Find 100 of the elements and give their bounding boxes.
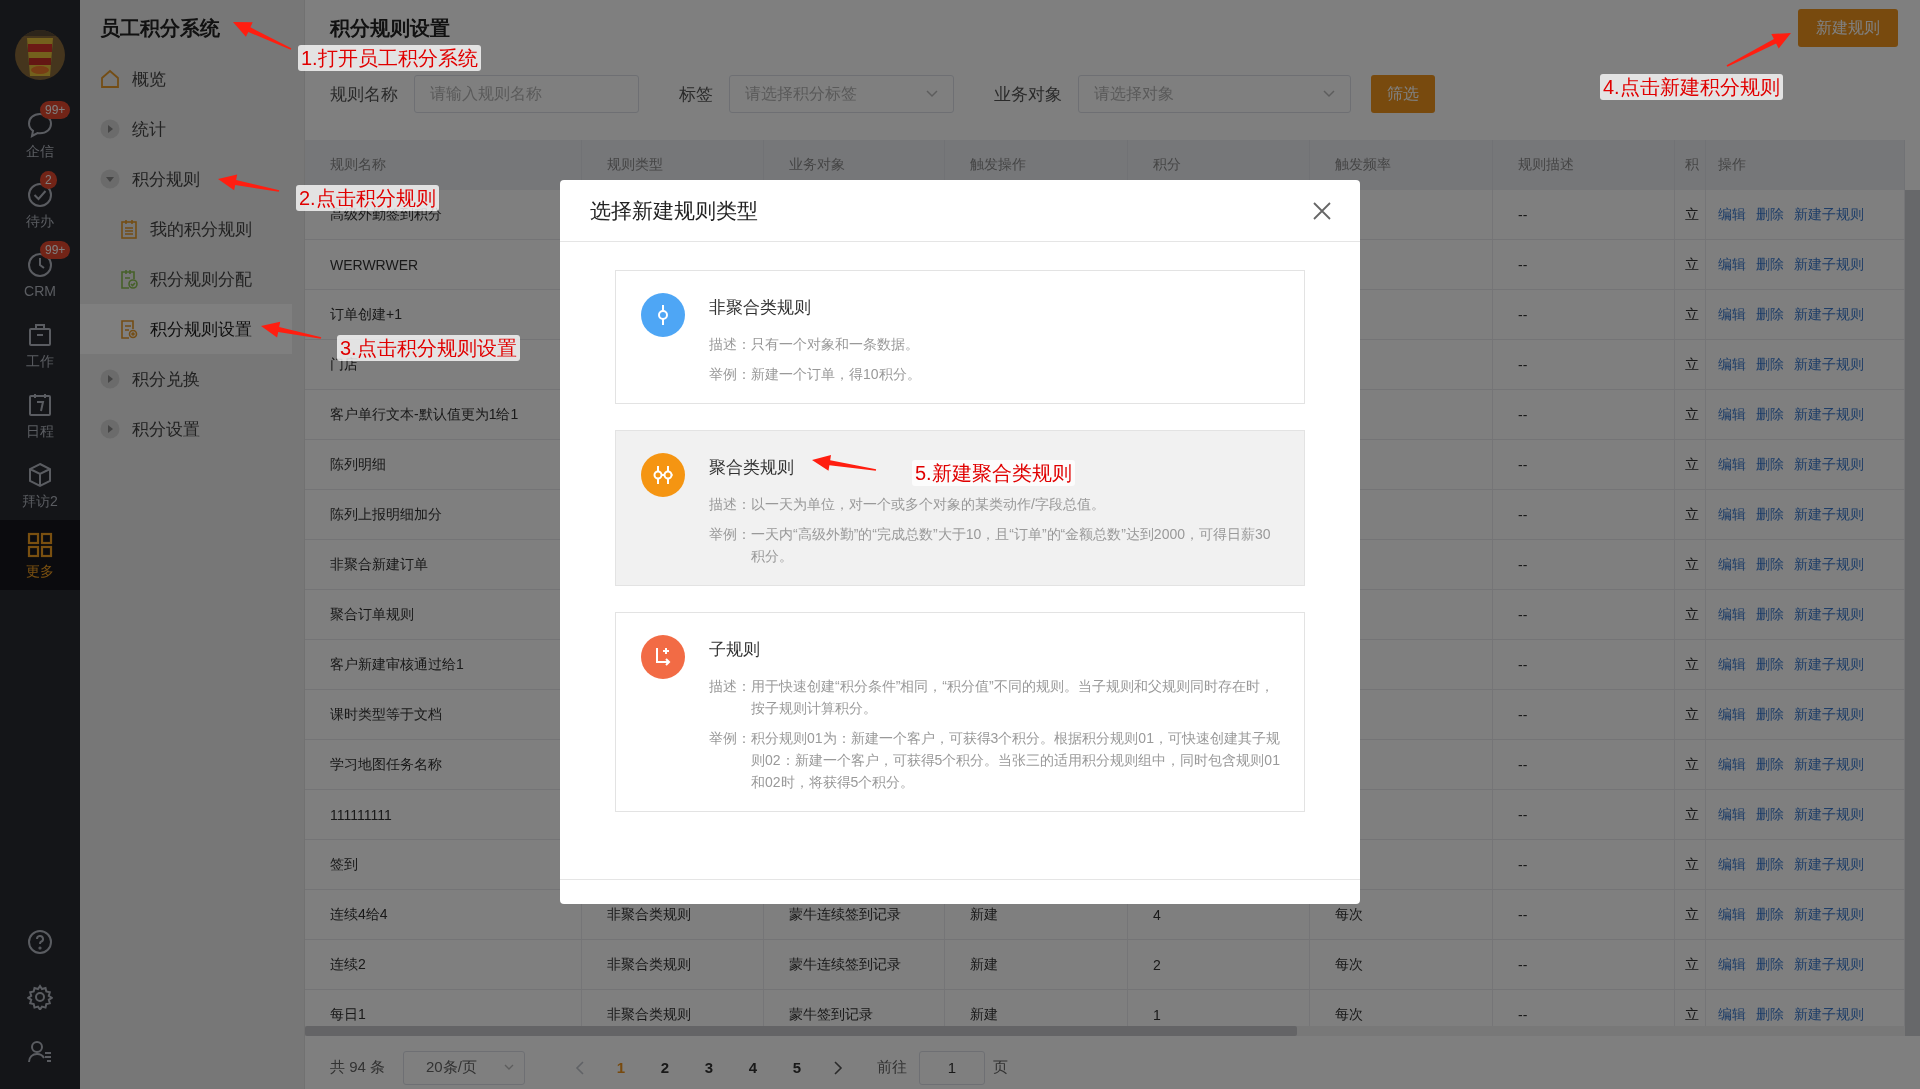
rail-nav-item[interactable]: 工作 <box>0 310 80 380</box>
scrollbar[interactable] <box>305 1026 1905 1036</box>
menu-item[interactable]: 积分规则 <box>80 154 292 204</box>
close-icon[interactable] <box>1312 200 1332 221</box>
action-link[interactable]: 删除 <box>1756 655 1784 674</box>
menu-item[interactable]: 概览 <box>80 54 292 104</box>
points-cell: 1 <box>1153 1006 1161 1023</box>
previous-page-icon[interactable] <box>575 1060 586 1075</box>
action-link[interactable]: 删除 <box>1756 305 1784 324</box>
rule-type-card[interactable]: 非聚合类规则 描述：只有一个对象和一条数据。 举例：新建一个订单，得10积分。 <box>615 270 1305 404</box>
action-link[interactable]: 删除 <box>1756 805 1784 824</box>
page-input[interactable]: 1 <box>919 1050 986 1085</box>
rail-nav-item[interactable]: 99+ 企信 <box>0 100 80 170</box>
user-list-icon[interactable] <box>27 1039 53 1065</box>
action-link[interactable]: 新建子规则 <box>1794 1005 1864 1024</box>
rule-description-cell: -- <box>1518 306 1528 323</box>
submenu-item[interactable]: 积分规则设置 <box>80 304 292 354</box>
table-cell: 立 <box>1685 255 1699 274</box>
notification-badge: 2 <box>40 171 57 189</box>
scrollbar[interactable] <box>1905 190 1920 1036</box>
action-link[interactable]: 新建子规则 <box>1794 805 1864 824</box>
action-link[interactable]: 删除 <box>1756 355 1784 374</box>
action-link[interactable]: 删除 <box>1756 855 1784 874</box>
submenu-item[interactable]: 积分规则分配 <box>80 254 292 304</box>
action-link[interactable]: 编辑 <box>1718 405 1746 424</box>
trigger-action-cell: 新建 <box>970 905 998 924</box>
annotation-arrow <box>233 22 292 50</box>
new-rule-button[interactable]: 新建规则 <box>1798 9 1898 47</box>
action-link[interactable]: 编辑 <box>1718 605 1746 624</box>
business-object-cell: 蒙牛连续签到记录 <box>789 955 901 974</box>
rail-nav-item[interactable]: 2 待办 <box>0 170 80 240</box>
page-size-select[interactable]: 20条/页 <box>403 1050 526 1085</box>
action-link[interactable]: 新建子规则 <box>1794 205 1864 224</box>
filter-button[interactable]: 筛选 <box>1371 75 1435 113</box>
action-link[interactable]: 删除 <box>1756 555 1784 574</box>
action-link[interactable]: 删除 <box>1756 955 1784 974</box>
page-number[interactable]: 4 <box>731 1059 776 1076</box>
menu-item[interactable]: 统计 <box>80 104 292 154</box>
card-title: 子规则 <box>709 639 760 661</box>
next-page-icon[interactable] <box>833 1060 844 1075</box>
notification-badge: 99+ <box>40 101 71 119</box>
action-link[interactable]: 新建子规则 <box>1794 855 1864 874</box>
action-link[interactable]: 编辑 <box>1718 205 1746 224</box>
rail-nav-item[interactable]: 拜访2 <box>0 450 80 520</box>
action-link[interactable]: 新建子规则 <box>1794 705 1864 724</box>
action-link[interactable]: 删除 <box>1756 255 1784 274</box>
rail-nav-item[interactable]: 日程 <box>0 380 80 450</box>
page-number[interactable]: 2 <box>643 1059 688 1076</box>
action-link[interactable]: 编辑 <box>1718 655 1746 674</box>
action-link[interactable]: 新建子规则 <box>1794 305 1864 324</box>
action-link[interactable]: 新建子规则 <box>1794 905 1864 924</box>
rule-type-card[interactable]: 子规则 描述：用于快速创建“积分条件”相同，“积分值”不同的规则。当子规则和父规则同时存在时，按子规则计算积分。 举例：积分规则01为：新建一个客户，可获得3个积分。根据积分规则01，可快速创建其子规则02：新建一个客户，可获得5个积分。当张三的适用积分规则组中，同时包含规则01和02时，将获得5个积分。 <box>615 612 1305 812</box>
action-link[interactable]: 删除 <box>1756 705 1784 724</box>
help-icon[interactable] <box>27 929 53 955</box>
action-link[interactable]: 新建子规则 <box>1794 955 1864 974</box>
action-link[interactable]: 编辑 <box>1718 505 1746 524</box>
action-link[interactable]: 编辑 <box>1718 755 1746 774</box>
action-link[interactable]: 删除 <box>1756 755 1784 774</box>
page-title: 积分规则设置 <box>330 15 450 41</box>
action-link[interactable]: 编辑 <box>1718 355 1746 374</box>
action-link[interactable]: 新建子规则 <box>1794 755 1864 774</box>
home-icon <box>100 69 120 89</box>
action-link[interactable]: 编辑 <box>1718 805 1746 824</box>
action-link[interactable]: 编辑 <box>1718 955 1746 974</box>
action-link[interactable]: 编辑 <box>1718 305 1746 324</box>
action-link[interactable]: 新建子规则 <box>1794 255 1864 274</box>
action-link[interactable]: 删除 <box>1756 405 1784 424</box>
action-link[interactable]: 删除 <box>1756 505 1784 524</box>
action-link[interactable]: 编辑 <box>1718 1005 1746 1024</box>
action-link[interactable]: 编辑 <box>1718 455 1746 474</box>
action-link[interactable]: 新建子规则 <box>1794 555 1864 574</box>
menu-item[interactable]: 积分设置 <box>80 404 292 454</box>
action-link[interactable]: 编辑 <box>1718 555 1746 574</box>
page-number[interactable]: 5 <box>775 1059 820 1076</box>
settings-icon[interactable] <box>27 984 53 1010</box>
action-link[interactable]: 编辑 <box>1718 255 1746 274</box>
action-link[interactable]: 删除 <box>1756 205 1784 224</box>
action-link[interactable]: 删除 <box>1756 455 1784 474</box>
action-link[interactable]: 新建子规则 <box>1794 355 1864 374</box>
action-link[interactable]: 删除 <box>1756 1005 1784 1024</box>
action-link[interactable]: 新建子规则 <box>1794 505 1864 524</box>
menu-item[interactable]: 积分兑换 <box>80 354 292 404</box>
rule-name-cell: 客户单行文本-默认值更为1给1 <box>330 405 519 424</box>
rail-nav-item[interactable]: 99+ CRM <box>0 240 80 310</box>
rail-nav-item[interactable]: 更多 <box>0 520 80 590</box>
action-link[interactable]: 新建子规则 <box>1794 605 1864 624</box>
action-link[interactable]: 删除 <box>1756 905 1784 924</box>
action-link[interactable]: 新建子规则 <box>1794 455 1864 474</box>
rule-description-cell: -- <box>1518 606 1528 623</box>
table-cell: 立 <box>1685 405 1699 424</box>
action-link[interactable]: 删除 <box>1756 605 1784 624</box>
business-object-cell: 蒙牛连续签到记录 <box>789 905 901 924</box>
action-link[interactable]: 新建子规则 <box>1794 655 1864 674</box>
page-number[interactable]: 3 <box>687 1059 732 1076</box>
submenu-item[interactable]: 我的积分规则 <box>80 204 292 254</box>
page-number[interactable]: 1 <box>599 1059 644 1076</box>
action-link[interactable]: 编辑 <box>1718 905 1746 924</box>
action-link[interactable]: 编辑 <box>1718 855 1746 874</box>
action-link[interactable]: 新建子规则 <box>1794 405 1864 424</box>
action-link[interactable]: 编辑 <box>1718 705 1746 724</box>
